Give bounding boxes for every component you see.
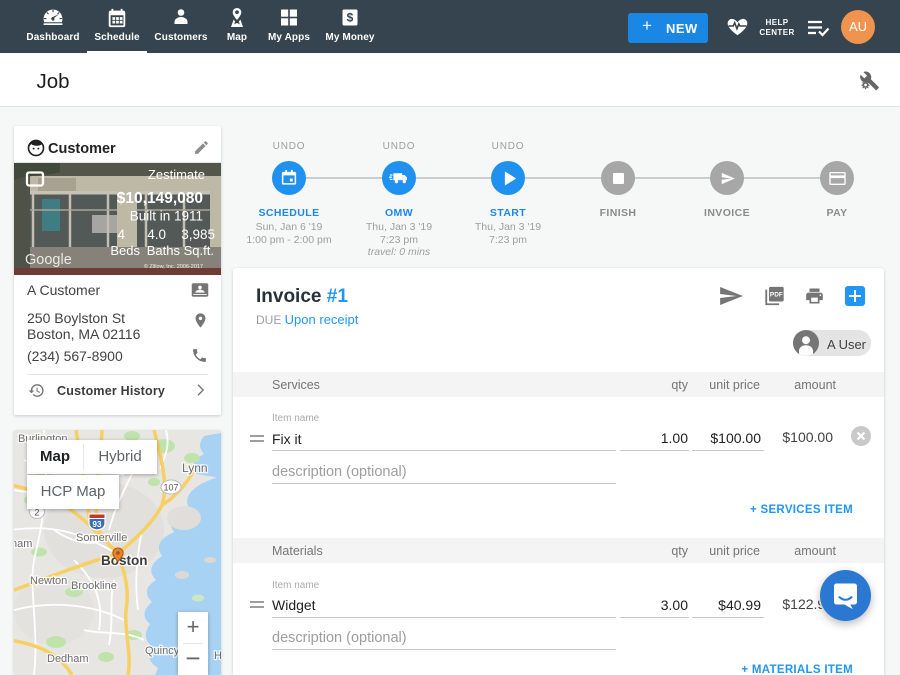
svg-text:Boston: Boston [101, 553, 148, 568]
svg-text:Built in 1911: Built in 1911 [130, 209, 203, 224]
svg-text:ham: ham [14, 538, 32, 550]
svg-text:Somerville: Somerville [76, 532, 127, 544]
svg-text:93: 93 [93, 520, 102, 529]
svg-text:Lynn: Lynn [182, 461, 208, 475]
svg-text:$: $ [347, 11, 354, 25]
svg-text:Dedham: Dedham [47, 653, 89, 665]
svg-text:Zestimate: Zestimate [148, 167, 205, 182]
svg-text:Brookline: Brookline [71, 580, 117, 592]
svg-text:4: 4 [117, 227, 125, 242]
svg-text:Newton: Newton [30, 575, 67, 587]
svg-text:Beds: Beds [110, 243, 140, 258]
svg-text:© Zillow, Inc. 2006-2017: © Zillow, Inc. 2006-2017 [144, 263, 203, 270]
svg-text:4.0: 4.0 [147, 227, 166, 242]
svg-text:PDF: PDF [770, 292, 783, 299]
svg-text:Hi: Hi [214, 650, 221, 662]
svg-text:Baths: Baths [147, 243, 181, 258]
svg-text:2: 2 [34, 508, 39, 518]
svg-text:Sq.ft.: Sq.ft. [184, 243, 214, 258]
svg-text:107: 107 [163, 483, 178, 493]
svg-text:3,985: 3,985 [181, 227, 215, 242]
svg-text:Google: Google [25, 252, 72, 268]
svg-text:$10,149,080: $10,149,080 [117, 190, 203, 207]
svg-text:Quincy: Quincy [145, 645, 180, 657]
